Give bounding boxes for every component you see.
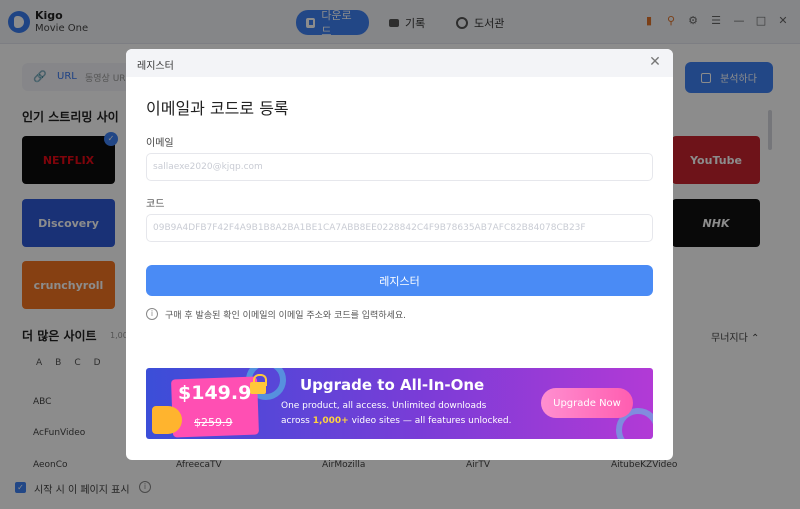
banner-highlight: 1,000+	[312, 416, 349, 426]
close-icon[interactable]: ✕	[647, 54, 663, 70]
banner-line-2-prefix: across	[281, 416, 313, 426]
email-label: 이메일	[146, 138, 174, 149]
banner-line-2: across 1,000+ video sites — all features…	[281, 416, 512, 426]
banner-line-2-suffix: video sites — all features unlocked.	[348, 416, 512, 426]
code-field[interactable]	[146, 214, 653, 242]
upgrade-banner[interactable]: $149.9 $259.9 Upgrade to All-In-One One …	[146, 368, 653, 439]
dialog-heading: 이메일과 코드로 등록	[146, 99, 289, 118]
dialog-title: 레지스터	[137, 61, 174, 72]
megaphone-icon	[152, 406, 182, 434]
price-new: $149.9	[178, 382, 252, 404]
register-note: 구매 후 발송된 확인 이메일의 이메일 주소와 코드를 입력하세요.	[165, 311, 407, 321]
banner-title: Upgrade to All-In-One	[300, 376, 485, 394]
dialog-header: 레지스터 ✕	[126, 49, 673, 77]
info-icon: i	[146, 308, 158, 320]
register-dialog: 레지스터 ✕ 이메일과 코드로 등록 이메일 코드 레지스터 i 구매 후 발송…	[126, 49, 673, 460]
code-label: 코드	[146, 199, 165, 210]
lock-icon	[250, 374, 267, 394]
banner-line-1: One product, all access. Unlimited downl…	[281, 401, 487, 411]
email-field[interactable]	[146, 153, 653, 181]
price-old: $259.9	[194, 416, 233, 429]
register-button[interactable]: 레지스터	[146, 265, 653, 296]
upgrade-now-button[interactable]: Upgrade Now	[541, 388, 633, 418]
